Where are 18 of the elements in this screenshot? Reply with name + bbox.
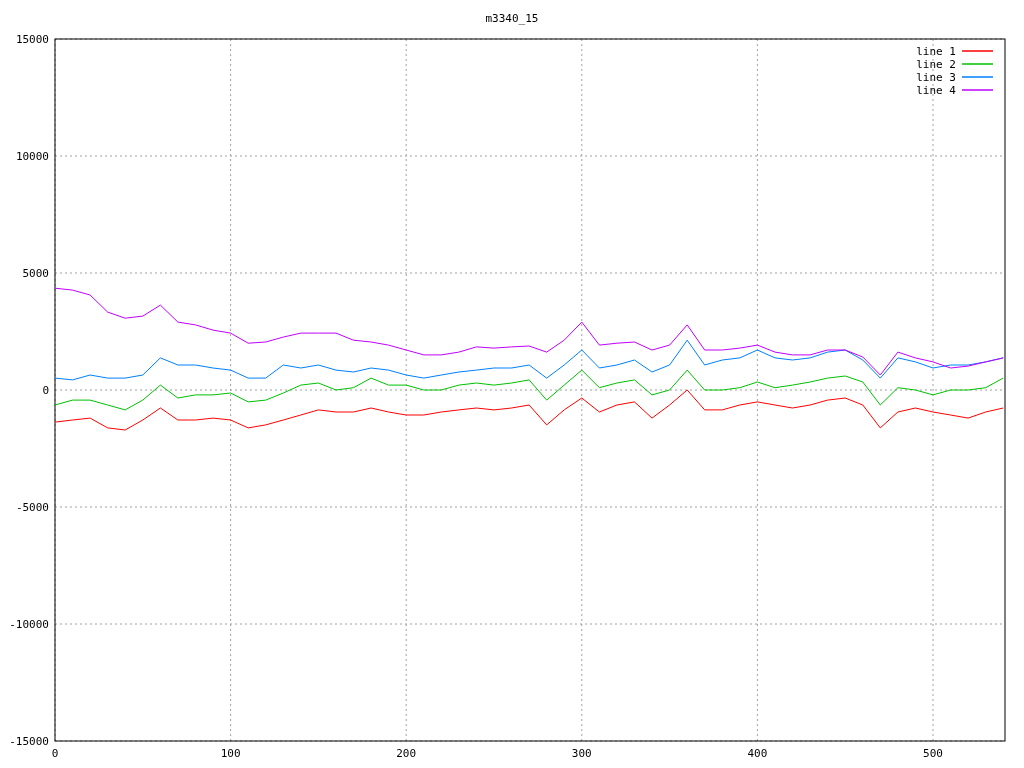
legend-label: line 3 <box>916 71 956 84</box>
chart-title: m3340_15 <box>485 12 539 25</box>
y-tick-label: 15000 <box>15 33 49 46</box>
x-tick-label: 500 <box>923 747 943 760</box>
legend-label: line 1 <box>916 45 956 58</box>
y-tick-label: -10000 <box>9 618 49 631</box>
y-tick-label: -5000 <box>15 501 49 514</box>
x-tick-label: 400 <box>747 747 768 760</box>
x-tick-label: 100 <box>220 747 241 760</box>
y-tick-label: -15000 <box>9 735 49 748</box>
y-tick-label: 10000 <box>15 150 49 163</box>
x-tick-label: 0 <box>51 747 59 760</box>
y-tick-label: 0 <box>42 384 49 397</box>
legend-label: line 2 <box>916 58 956 71</box>
x-tick-label: 300 <box>571 747 592 760</box>
x-tick-label: 200 <box>396 747 417 760</box>
y-tick-label: 5000 <box>22 267 49 280</box>
legend-label: line 4 <box>916 84 956 97</box>
